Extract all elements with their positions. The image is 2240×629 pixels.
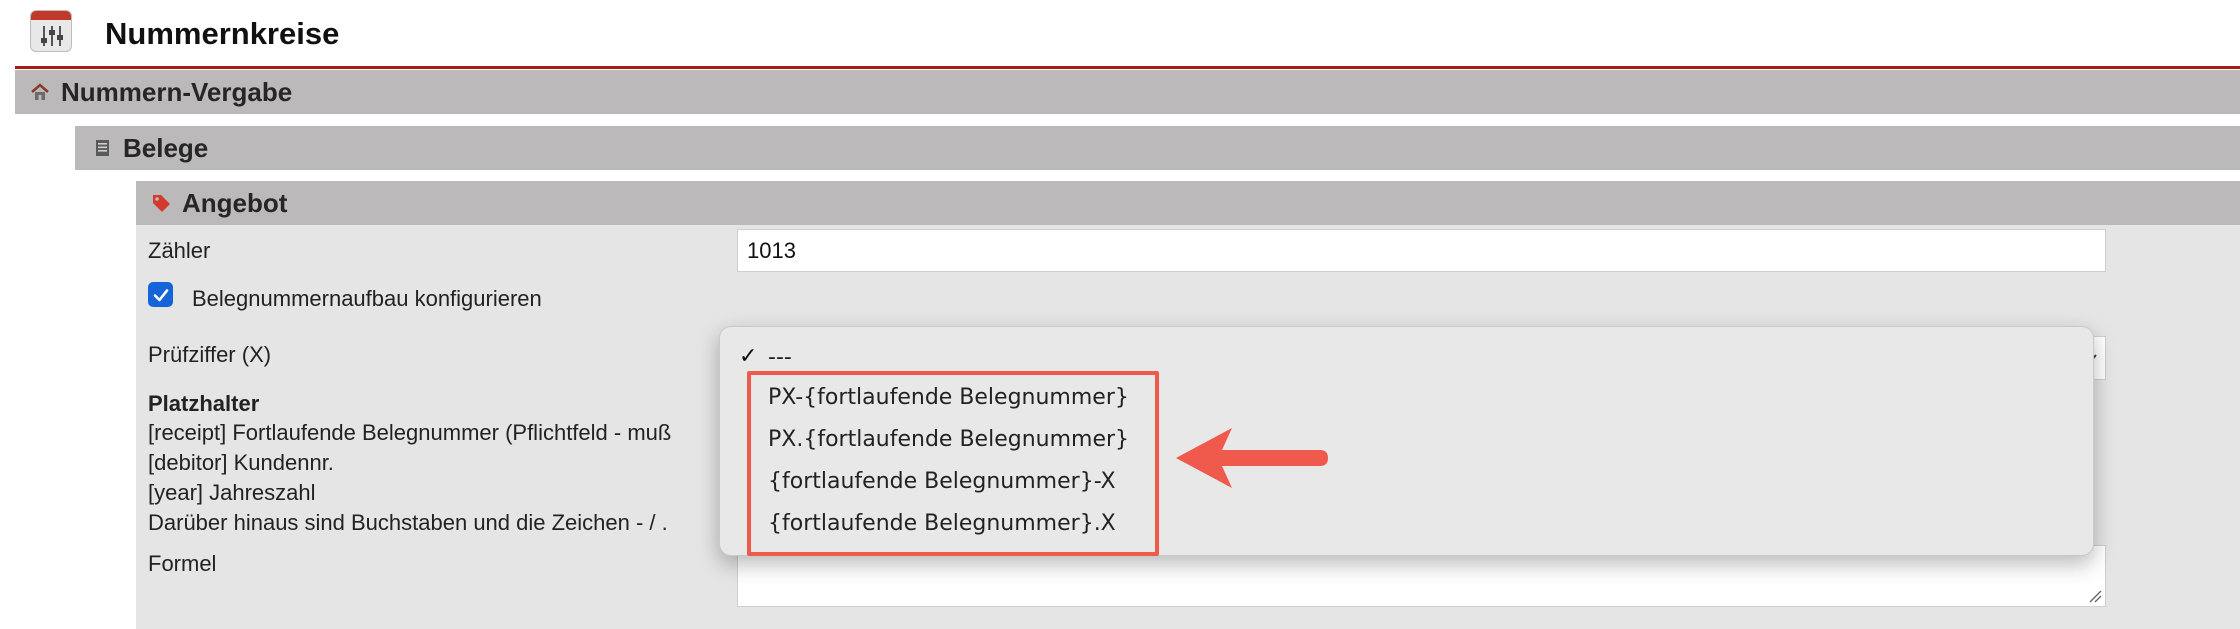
section-header-belege[interactable]: Belege bbox=[75, 126, 2240, 170]
section-title: Belege bbox=[123, 132, 209, 163]
home-icon bbox=[31, 83, 49, 100]
dropdown-option-selected[interactable]: --- bbox=[768, 345, 792, 370]
section-header-nummern-vergabe[interactable]: Nummern-Vergabe bbox=[15, 70, 2240, 114]
arrow-left-icon bbox=[1176, 428, 1328, 488]
placeholder-line: [receipt] Fortlaufende Belegnummer (Pfli… bbox=[148, 420, 672, 445]
section-title: Nummern-Vergabe bbox=[61, 76, 293, 107]
resize-handle-icon[interactable] bbox=[2088, 589, 2102, 603]
checkdigit-label: Prüfziffer (X) bbox=[148, 342, 272, 367]
checkmark-icon: ✓ bbox=[739, 343, 758, 368]
placeholder-line: [year] Jahreszahl bbox=[148, 480, 316, 505]
counter-input[interactable]: 1013 bbox=[737, 229, 2106, 272]
counter-label: Zähler bbox=[148, 238, 211, 263]
annotation-highlight-box bbox=[747, 371, 1159, 556]
document-icon bbox=[96, 140, 109, 156]
placeholder-line: [debitor] Kundennr. bbox=[148, 450, 334, 475]
section-title: Angebot bbox=[182, 187, 288, 218]
placeholder-heading: Platzhalter bbox=[148, 391, 260, 416]
settings-sliders-icon bbox=[30, 10, 72, 52]
formula-label: Formel bbox=[148, 551, 217, 576]
title-divider bbox=[15, 66, 2240, 69]
counter-value: 1013 bbox=[747, 238, 796, 263]
page-title: Nummernkreise bbox=[105, 16, 340, 51]
placeholder-line: Darüber hinaus sind Buchstaben und die Z… bbox=[148, 510, 668, 535]
configure-checkbox[interactable] bbox=[148, 282, 173, 307]
configure-checkbox-label: Belegnummernaufbau konfigurieren bbox=[192, 286, 542, 311]
checkmark-icon bbox=[153, 288, 168, 301]
section-header-angebot[interactable]: Angebot bbox=[136, 181, 2240, 225]
tag-icon bbox=[153, 195, 170, 212]
